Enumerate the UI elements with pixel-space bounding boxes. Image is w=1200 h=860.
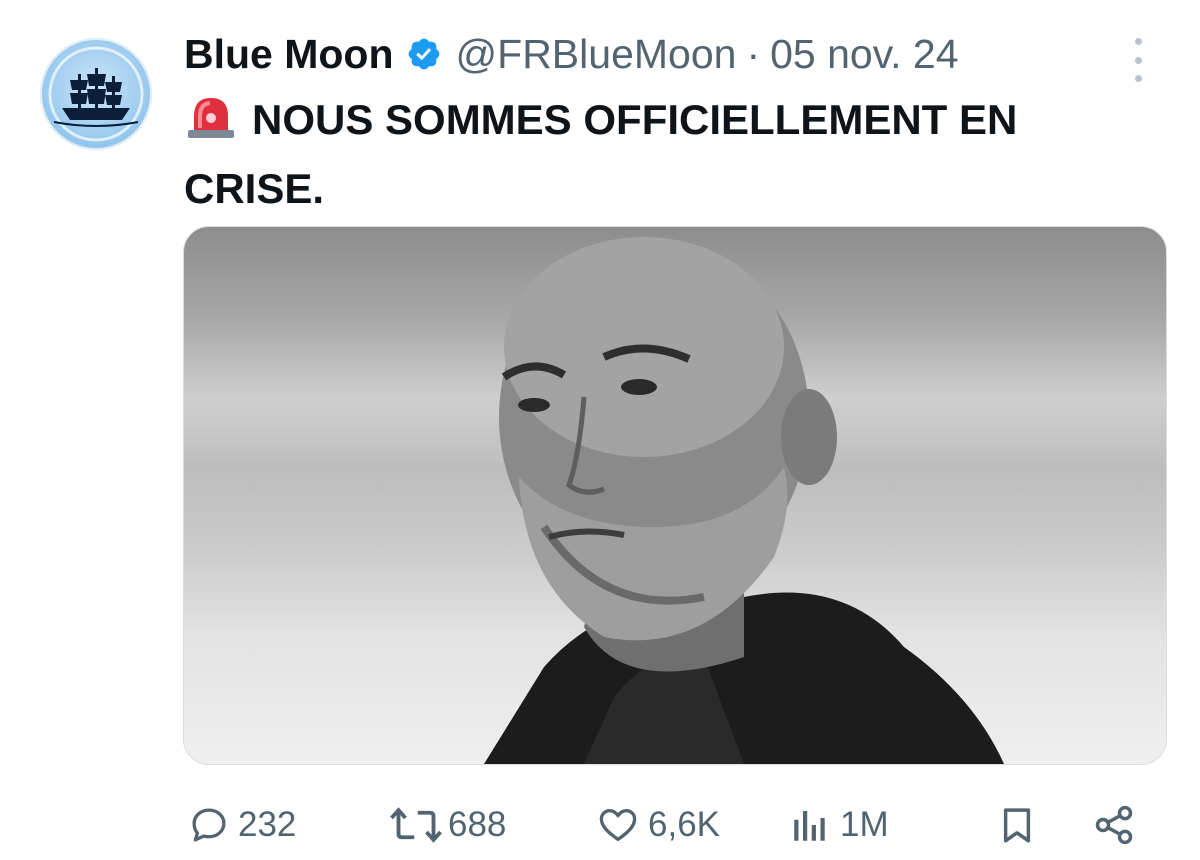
- tweet-text: NOUS SOMMES OFFICIELLEMENT EN CRISE.: [184, 88, 1144, 220]
- author-name[interactable]: Blue Moon: [184, 31, 394, 78]
- analytics-bar-icon: [794, 811, 825, 841]
- like-count: 6,6K: [648, 805, 720, 844]
- share-icon: [1095, 805, 1133, 845]
- author-handle[interactable]: @FRBlueMoon: [456, 31, 737, 78]
- tweet-actions: 232 688 6,6K 1M: [188, 800, 1148, 850]
- retweet-count: 688: [448, 805, 507, 844]
- views-button[interactable]: 1M: [788, 800, 889, 850]
- more-options-icon[interactable]: [1128, 38, 1148, 82]
- rotating-light-icon: [184, 90, 238, 157]
- reply-icon: [192, 808, 226, 842]
- separator-dot: ·: [746, 30, 761, 77]
- reply-count: 232: [238, 805, 297, 844]
- ship-logo-icon: [48, 46, 144, 142]
- bookmark-icon: [1003, 808, 1031, 843]
- like-button[interactable]: 6,6K: [596, 800, 720, 850]
- retweet-button[interactable]: 688: [388, 800, 506, 850]
- avatar[interactable]: [40, 38, 152, 150]
- heart-icon: [599, 808, 637, 842]
- portrait-photo-image: [484, 237, 1004, 764]
- bookmark-button[interactable]: [996, 800, 1038, 850]
- reply-button[interactable]: 232: [188, 800, 296, 850]
- tweet-text-body: NOUS SOMMES OFFICIELLEMENT EN CRISE.: [184, 96, 1018, 212]
- verified-badge-icon[interactable]: [406, 36, 442, 72]
- views-count: 1M: [840, 805, 889, 844]
- retweet-icon: [390, 807, 442, 843]
- tweet-date[interactable]: 05 nov. 24: [770, 31, 958, 78]
- tweet-photo[interactable]: [183, 226, 1167, 765]
- share-button[interactable]: [1092, 800, 1136, 850]
- tweet-header: Blue Moon @FRBlueMoon · 05 nov. 24: [184, 28, 959, 80]
